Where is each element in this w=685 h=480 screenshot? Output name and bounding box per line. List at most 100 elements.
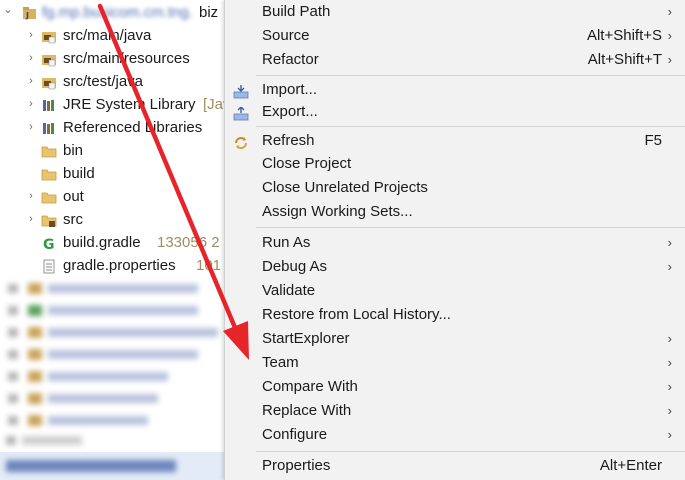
tree-item-label: src/main/resources — [63, 50, 190, 67]
submenu-arrow-icon: › — [667, 427, 672, 442]
tree-item-label: out — [63, 188, 84, 205]
menu-item-label: Source — [262, 27, 310, 44]
menu-item-source[interactable]: Source Alt+Shift+S › — [225, 24, 685, 48]
tree-item-label: Referenced Libraries — [63, 119, 203, 136]
tree-item-jre-system-library[interactable]: › JRE System Library [Jav — [0, 93, 228, 116]
library-icon — [41, 97, 57, 112]
tree-item-label: bin — [63, 142, 84, 159]
menu-item-refactor[interactable]: Refactor Alt+Shift+T › — [225, 48, 685, 72]
tree-item-label: gradle.properties — [63, 257, 176, 274]
folder-icon — [41, 189, 57, 204]
chevron-right-icon[interactable]: › — [25, 116, 37, 139]
menu-item-label: Replace With — [262, 402, 352, 419]
menu-item-configure[interactable]: Configure › — [225, 423, 685, 447]
blurred-project-row[interactable] — [0, 388, 228, 408]
tree-item-meta: 133056 2 — [157, 234, 220, 251]
menu-item-replace-with[interactable]: Replace With › — [225, 399, 685, 423]
tree-item-referenced-libraries[interactable]: › Referenced Libraries — [0, 116, 228, 139]
menu-item-label: Configure — [262, 426, 328, 443]
tree-item-gradle-properties[interactable]: gradle.properties 101 — [0, 254, 228, 277]
blurred-project-row[interactable] — [0, 366, 228, 386]
chevron-right-icon[interactable]: › — [25, 93, 37, 116]
package-folder-icon — [41, 212, 57, 227]
blurred-project-row[interactable] — [0, 430, 228, 450]
source-folder-icon — [41, 51, 57, 67]
java-project-icon: J — [22, 5, 38, 20]
menu-item-label: Assign Working Sets... — [262, 203, 413, 220]
menu-item-assign-working-sets[interactable]: Assign Working Sets... — [225, 200, 685, 224]
blurred-project-row[interactable] — [0, 300, 228, 320]
menu-separator — [256, 75, 685, 76]
tree-item-src[interactable]: › src — [0, 208, 228, 231]
menu-item-startexplorer[interactable]: StartExplorer › — [225, 327, 685, 351]
blurred-project-row[interactable] — [0, 410, 228, 430]
tree-project-row[interactable]: ⌄ J fg.mp.busicom.cm.tng. biz — [0, 1, 228, 24]
menu-item-build-path[interactable]: Build Path › — [225, 0, 685, 24]
refresh-icon — [233, 134, 249, 149]
chevron-right-icon[interactable]: › — [25, 24, 37, 47]
tree-item-build-gradle[interactable]: G build.gradle 133056 2 — [0, 231, 228, 254]
submenu-arrow-icon: › — [667, 28, 672, 43]
chevron-right-icon[interactable]: › — [25, 185, 37, 208]
menu-item-shortcut: F5 — [644, 132, 662, 149]
status-text-blurred — [6, 460, 176, 472]
chevron-down-icon[interactable]: ⌄ — [2, 0, 14, 22]
library-icon — [41, 120, 57, 135]
tree-item-label: src/test/java — [63, 73, 144, 90]
menu-item-debug-as[interactable]: Debug As › — [225, 255, 685, 279]
submenu-arrow-icon: › — [667, 355, 672, 370]
menu-item-label: Validate — [262, 282, 316, 299]
menu-item-refresh[interactable]: Refresh F5 — [225, 129, 685, 153]
submenu-arrow-icon: › — [667, 52, 672, 67]
project-name-blurred: fg.mp.busicom.cm.tng. — [42, 4, 193, 21]
tree-item-meta: 101 — [196, 257, 222, 274]
menu-item-team[interactable]: Team › — [225, 351, 685, 375]
tree-item-bin[interactable]: bin — [0, 139, 228, 162]
svg-text:G: G — [43, 237, 55, 251]
source-folder-icon — [41, 28, 57, 44]
submenu-arrow-icon: › — [667, 259, 672, 274]
menu-item-close-unrelated-projects[interactable]: Close Unrelated Projects — [225, 176, 685, 200]
import-icon — [233, 83, 249, 99]
tree-item-build[interactable]: build — [0, 162, 228, 185]
tree-item-src-main-resources[interactable]: › src/main/resources — [0, 47, 228, 70]
status-bar — [0, 452, 228, 480]
menu-item-label: Export... — [262, 103, 318, 120]
menu-item-label: StartExplorer — [262, 330, 350, 347]
blurred-project-row[interactable] — [0, 322, 228, 342]
menu-item-shortcut: Alt+Shift+T — [587, 51, 662, 68]
tree-item-label: build.gradle — [63, 234, 141, 251]
menu-item-label: Close Project — [262, 155, 352, 172]
menu-item-close-project[interactable]: Close Project — [225, 152, 685, 176]
submenu-arrow-icon: › — [667, 4, 672, 19]
menu-item-label: Compare With — [262, 378, 358, 395]
chevron-right-icon[interactable]: › — [25, 70, 37, 93]
menu-item-compare-with[interactable]: Compare With › — [225, 375, 685, 399]
chevron-right-icon[interactable]: › — [25, 47, 37, 70]
tree-item-label: build — [63, 165, 95, 182]
gradle-file-icon: G — [41, 235, 57, 253]
menu-item-properties[interactable]: Properties Alt+Enter — [225, 454, 685, 478]
menu-separator — [256, 126, 685, 127]
tree-item-src-test-java[interactable]: › src/test/java — [0, 70, 228, 93]
menu-item-label: Close Unrelated Projects — [262, 179, 428, 196]
submenu-arrow-icon: › — [667, 379, 672, 394]
menu-item-shortcut: Alt+Enter — [599, 457, 662, 474]
tree-item-out[interactable]: › out — [0, 185, 228, 208]
menu-item-run-as[interactable]: Run As › — [225, 231, 685, 255]
tree-item-label: src — [63, 211, 83, 228]
blurred-project-row[interactable] — [0, 278, 228, 298]
menu-item-import[interactable]: Import... — [225, 78, 685, 102]
menu-item-restore-from-local-history[interactable]: Restore from Local History... — [225, 303, 685, 327]
project-name-suffix: biz — [199, 4, 219, 21]
menu-item-label: Import... — [262, 81, 318, 98]
chevron-right-icon[interactable]: › — [25, 208, 37, 231]
submenu-arrow-icon: › — [667, 331, 672, 346]
submenu-arrow-icon: › — [667, 403, 672, 418]
menu-item-validate[interactable]: Validate — [225, 279, 685, 303]
project-explorer-tree: ⌄ J fg.mp.busicom.cm.tng. biz › src/main… — [0, 0, 228, 480]
blurred-project-row[interactable] — [0, 344, 228, 364]
menu-item-export[interactable]: Export... — [225, 100, 685, 124]
menu-separator — [256, 227, 685, 228]
tree-item-src-main-java[interactable]: › src/main/java — [0, 24, 228, 47]
